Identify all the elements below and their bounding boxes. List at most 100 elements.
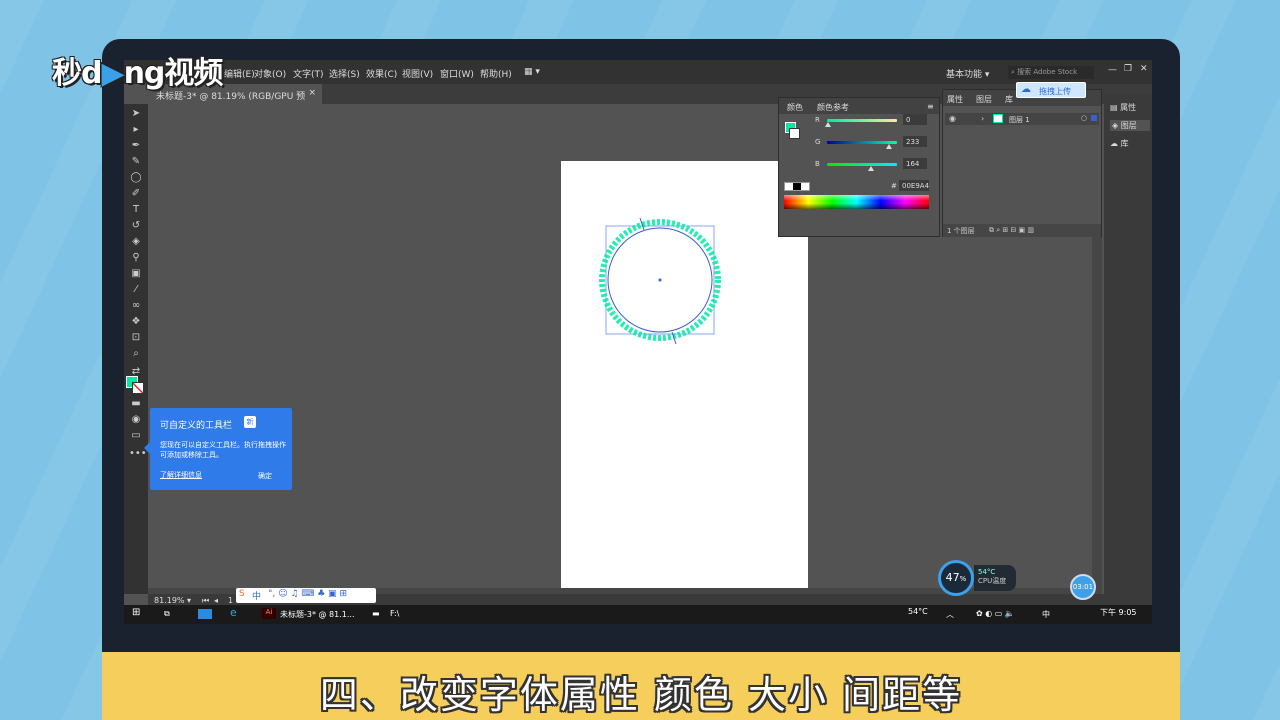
windows-start-icon[interactable]: ⊞ — [132, 607, 140, 618]
caption-text: 四、改变字体属性 颜色 大小 间距等 — [319, 673, 963, 717]
arrange-icon[interactable]: ▦ ▾ — [524, 67, 540, 77]
menu-bar: 编辑(E) 对象(O) 文字(T) 选择(S) 效果(C) 视图(V) 窗口(W… — [124, 60, 1152, 84]
screen-mode-icon[interactable]: ▭ — [129, 430, 143, 442]
cloud-icon: ☁ — [1021, 84, 1031, 95]
ellipse-tool-icon[interactable]: ◯ — [129, 172, 143, 184]
menu-type[interactable]: 文字(T) — [293, 67, 324, 80]
taskbar-folder-window[interactable]: F:\ — [390, 609, 399, 618]
ok-button[interactable]: 确定 — [258, 471, 272, 481]
task-view-icon[interactable]: ⧉ — [164, 609, 170, 619]
zoom-tool-icon[interactable]: ⌕ — [129, 348, 143, 360]
hex-label: # — [891, 182, 897, 190]
tab-properties[interactable]: 属性 — [947, 94, 963, 105]
color-panel: 颜色 颜色参考 ≡ R 0 G 233 B 164 # 00E9A4 — [778, 97, 940, 237]
folder-icon[interactable]: ▬ — [372, 609, 380, 618]
restore-button[interactable]: ❐ — [1124, 64, 1132, 74]
learn-more-link[interactable]: 了解详细信息 — [160, 470, 202, 480]
panel-menu-icon[interactable]: ≡ — [927, 102, 934, 111]
taskbar-illustrator-window[interactable]: 未标题-3* @ 81.1... — [280, 609, 355, 620]
zoom-level[interactable]: 81.19% ▾ — [154, 596, 191, 605]
draw-mode-icon[interactable]: ◉ — [129, 414, 143, 426]
color-mode-icon[interactable]: ▬ — [129, 398, 143, 410]
paintbrush-tool-icon[interactable]: ✐ — [129, 188, 143, 200]
text-on-circle-art[interactable] — [596, 216, 726, 346]
search-icon: ⌕ — [1011, 68, 1015, 76]
gradient-tool-icon[interactable]: ▣ — [129, 268, 143, 280]
pen-tool-icon[interactable]: ✒ — [129, 140, 143, 152]
more-tools-icon[interactable]: ••• — [129, 448, 147, 460]
stroke-swatch[interactable] — [132, 382, 144, 394]
visibility-eye-icon[interactable]: ◉ — [949, 114, 956, 123]
prev-page-icon[interactable]: ◂ — [214, 596, 218, 605]
target-icon[interactable]: ○ — [1081, 114, 1087, 122]
menu-select[interactable]: 选择(S) — [329, 67, 360, 80]
r-slider[interactable] — [827, 119, 897, 122]
layer-row[interactable]: ◉ › 图层 1 ○ — [945, 113, 1099, 125]
upload-button[interactable]: ☁ 拖拽上传 — [1016, 82, 1086, 98]
dock-layers[interactable]: ◈ 图层 — [1110, 120, 1150, 131]
symbol-tool-icon[interactable]: ❖ — [129, 316, 143, 328]
tray-icons[interactable]: ✿ ◐ ▭ 🔈 — [976, 609, 1015, 618]
type-tool-icon[interactable]: T — [129, 204, 143, 216]
none-black-white-swatches[interactable] — [784, 182, 810, 191]
dock-libraries[interactable]: ☁ 库 — [1110, 138, 1129, 149]
tab-color-guide[interactable]: 颜色参考 — [817, 102, 849, 113]
page-number[interactable]: 1 — [228, 596, 233, 605]
edge-icon[interactable]: e — [230, 606, 237, 619]
color-stroke-swatch[interactable] — [789, 128, 800, 139]
b-slider-thumb[interactable] — [868, 166, 874, 171]
illustrator-icon[interactable]: Ai — [262, 608, 276, 619]
g-slider-thumb[interactable] — [886, 144, 892, 149]
width-tool-icon[interactable]: ⚲ — [129, 252, 143, 264]
close-button[interactable]: ✕ — [1140, 64, 1148, 74]
clock[interactable]: 下午 9:05 — [1100, 607, 1137, 618]
ime-tools-icons[interactable]: °, ☺ ♫ ⌨ ♣ ▣ ⊞ — [268, 589, 347, 599]
tab-close-icon[interactable]: × — [308, 88, 316, 98]
layers-panel: 属性 图层 库 ◉ › 图层 1 ○ 1 个图层 ⧉ ⌕ ⊞ ⊟ ▣ ▥ — [942, 89, 1102, 237]
dock-properties[interactable]: ▤ 属性 — [1110, 102, 1136, 113]
eraser-tool-icon[interactable]: ◈ — [129, 236, 143, 248]
menu-effect[interactable]: 效果(C) — [366, 67, 397, 80]
menu-window[interactable]: 窗口(W) — [440, 67, 474, 80]
menu-edit[interactable]: 编辑(E) — [224, 67, 255, 80]
menu-help[interactable]: 帮助(H) — [480, 67, 512, 80]
cpu-usage-gauge: 47% — [938, 560, 974, 596]
g-value-input[interactable]: 233 — [903, 136, 927, 147]
hex-input[interactable]: 00E9A4 — [899, 180, 929, 191]
blend-tool-icon[interactable]: ∞ — [129, 300, 143, 312]
sogou-icon[interactable]: S — [239, 589, 245, 599]
b-slider[interactable] — [827, 163, 897, 166]
g-label: G — [815, 138, 821, 146]
tab-libraries[interactable]: 库 — [1005, 94, 1013, 105]
color-panel-header: 颜色 颜色参考 ≡ — [779, 98, 939, 114]
layers-icon: ◈ — [1112, 121, 1119, 130]
layers-footer-icons[interactable]: ⧉ ⌕ ⊞ ⊟ ▣ ▥ — [989, 226, 1034, 235]
menu-object[interactable]: 对象(O) — [254, 67, 286, 80]
stock-search-input[interactable]: ⌕ 搜索 Adobe Stock — [1008, 66, 1094, 79]
show-hidden-icons[interactable]: ︿ — [946, 609, 954, 620]
tab-color[interactable]: 颜色 — [787, 102, 803, 113]
b-value-input[interactable]: 164 — [903, 158, 927, 169]
tab-layers[interactable]: 图层 — [976, 94, 992, 105]
direct-selection-tool-icon[interactable]: ▸ — [129, 124, 143, 136]
selection-tool-icon[interactable]: ➤ — [129, 108, 143, 120]
tooltip-title: 可自定义的工具栏 — [160, 421, 233, 431]
layer-color-indicator — [1091, 115, 1097, 121]
store-icon[interactable] — [198, 609, 212, 619]
rotate-tool-icon[interactable]: ↺ — [129, 220, 143, 232]
caption-banner: 四、改变字体属性 颜色 大小 间距等 — [102, 652, 1180, 720]
minimize-button[interactable]: — — [1108, 65, 1117, 75]
eyedropper-tool-icon[interactable]: ⁄ — [129, 284, 143, 296]
workspace-switcher[interactable]: 基本功能 ▾ — [946, 67, 989, 80]
layer-name[interactable]: 图层 1 — [1009, 115, 1030, 125]
r-slider-thumb[interactable] — [825, 122, 831, 127]
expand-chevron-icon[interactable]: › — [981, 114, 984, 123]
r-value-input[interactable]: 0 — [903, 114, 927, 125]
vertical-scrollbar[interactable] — [1092, 230, 1102, 594]
color-spectrum[interactable] — [784, 195, 929, 209]
input-lang-indicator[interactable]: 中 — [1042, 609, 1050, 620]
artboard-tool-icon[interactable]: ⊡ — [129, 332, 143, 344]
ime-lang[interactable]: 中 — [252, 589, 261, 602]
curvature-tool-icon[interactable]: ✎ — [129, 156, 143, 168]
menu-view[interactable]: 视图(V) — [402, 67, 433, 80]
